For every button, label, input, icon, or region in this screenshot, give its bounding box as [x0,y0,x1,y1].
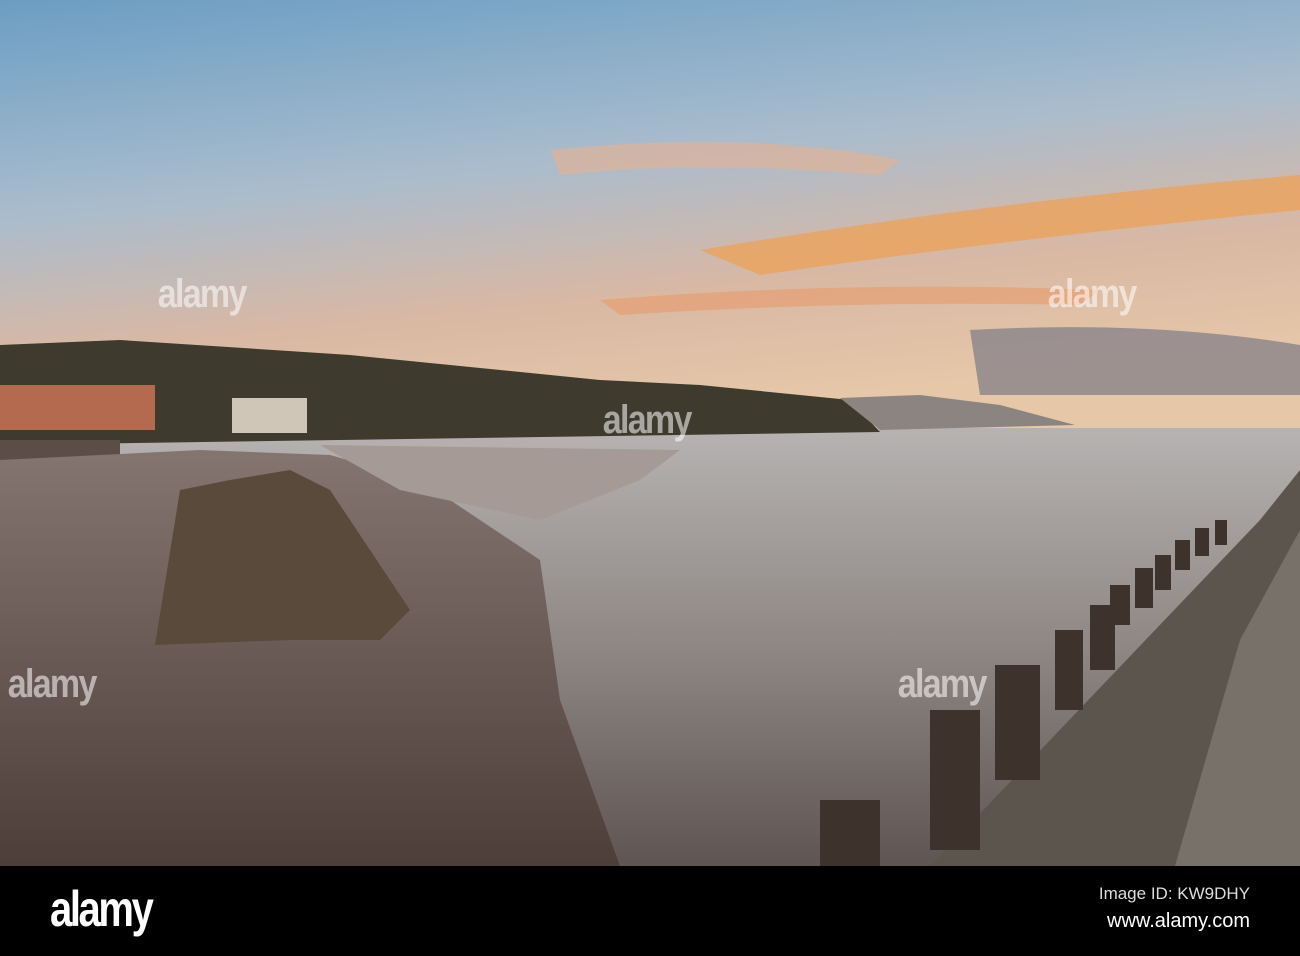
website-link: www.alamy.com [1107,910,1250,932]
watermark: alamy [602,398,693,442]
coastal-sunset-photo: alamy alamy alamy alamy alamy [0,0,1300,866]
watermark: alamy [1047,272,1138,316]
watermark: alamy [897,662,988,706]
footer-bar: alamy Image ID: KW9DHY www.alamy.com [0,866,1300,956]
image-id: Image ID: KW9DHY [1098,884,1250,903]
watermark: alamy [157,272,248,316]
watermark: alamy [7,662,98,706]
alamy-logo: alamy [50,881,154,937]
